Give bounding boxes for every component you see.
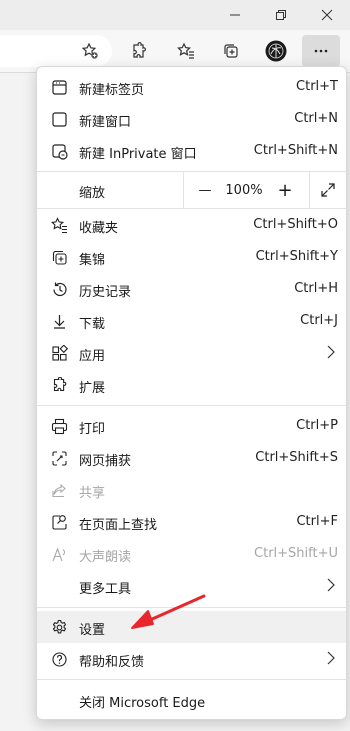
annotation-arrow — [131, 594, 206, 629]
